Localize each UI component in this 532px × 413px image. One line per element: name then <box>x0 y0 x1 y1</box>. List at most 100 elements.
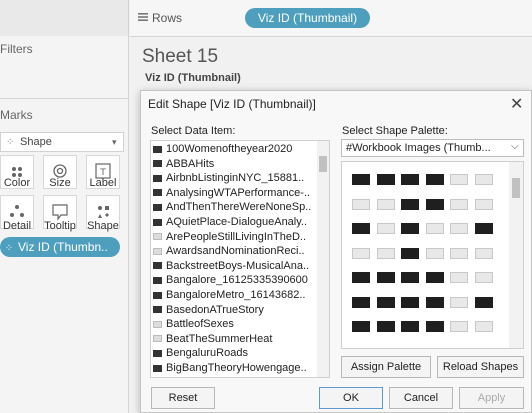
list-item-label: AnalysingWTAPerformance-.. <box>166 186 311 199</box>
data-item-list[interactable]: 100Womenoftheyear2020 ABBAHits AirbnbListi… <box>150 140 330 378</box>
shape-thumbnail[interactable] <box>425 174 444 185</box>
shape-thumbnail[interactable] <box>376 247 395 259</box>
shape-thumbnail[interactable] <box>425 223 444 234</box>
shape-thumbnail[interactable] <box>352 321 370 332</box>
list-item[interactable]: AndThenThereWereNoneSp.. <box>153 200 311 215</box>
list-item[interactable]: Bangalore_16125335390600 <box>153 273 308 288</box>
list-item-label: BengaluruRoads <box>166 347 248 360</box>
shape-thumbnail[interactable] <box>352 174 370 185</box>
list-item[interactable]: BengaluruRoads <box>153 346 248 361</box>
shape-thumbnail[interactable] <box>401 321 419 332</box>
sheet-subtitle: Viz ID (Thumbnail) <box>145 72 241 84</box>
list-item-label: BasedonATrueStory <box>166 303 264 316</box>
shape-thumbnail[interactable] <box>376 296 395 308</box>
viz-id-pill[interactable]: ⁘ Viz ID (Thumbn.. <box>0 237 120 257</box>
list-item[interactable]: ArePeopleStillLivingInTheD.. <box>153 230 306 245</box>
shape-thumbnail[interactable] <box>474 198 493 210</box>
detail-label: Detail <box>2 220 32 232</box>
list-item[interactable]: BattleofSexes <box>153 317 234 332</box>
shape-thumbnail[interactable] <box>376 198 395 210</box>
dialog-title: Edit Shape [Viz ID (Thumbnail)] <box>148 97 316 111</box>
shape-thumbnail[interactable] <box>401 296 419 308</box>
shape-thumbnail[interactable] <box>352 223 370 234</box>
shape-thumbnail[interactable] <box>450 272 468 283</box>
shape-label: Shape <box>87 220 119 232</box>
chevron-down-icon: ⌵ <box>511 141 519 152</box>
list-item[interactable]: 100Womenoftheyear2020 <box>153 142 292 157</box>
shape-thumbnail[interactable] <box>401 247 419 259</box>
shape-thumbnail[interactable] <box>474 247 493 259</box>
list-item[interactable]: BeatTheSummerHeat <box>153 332 272 347</box>
thumbnail-icon <box>153 203 162 211</box>
palette-scroll-thumb[interactable] <box>512 178 520 198</box>
list-scrollbar[interactable] <box>317 141 329 377</box>
shape-thumbnail[interactable] <box>450 247 468 259</box>
shape-thumbnail[interactable] <box>425 296 444 308</box>
shape-thumbnail[interactable] <box>401 198 419 210</box>
shape-thumbnail[interactable] <box>401 272 419 283</box>
thumbnail-icon <box>153 160 162 168</box>
tooltip-label: Tooltip <box>44 220 76 232</box>
cancel-button[interactable]: Cancel <box>389 387 453 409</box>
shape-thumbnail[interactable] <box>376 174 395 185</box>
shape-thumbnail[interactable] <box>376 321 395 332</box>
select-data-item-label: Select Data Item: <box>151 125 236 137</box>
shape-thumbnail[interactable] <box>376 223 395 234</box>
list-item-label: AwardsandNominationReci.. <box>166 245 305 258</box>
shape-thumbnail[interactable] <box>474 272 493 283</box>
shape-thumbnail[interactable] <box>376 272 395 283</box>
top-left-panel <box>0 0 129 37</box>
shape-thumbnail[interactable] <box>352 247 370 259</box>
shape-thumbnail[interactable] <box>425 198 444 210</box>
list-item[interactable]: ABBAHits <box>153 157 214 172</box>
shape-thumbnail[interactable] <box>401 174 419 185</box>
list-item-label: BattleofSexes <box>166 318 234 331</box>
shape-thumbnail[interactable] <box>450 321 468 332</box>
list-item[interactable]: BigBangTheoryHowengage.. <box>153 361 307 376</box>
shape-thumbnail[interactable] <box>425 247 444 259</box>
apply-button[interactable]: Apply <box>459 387 524 409</box>
shape-thumbnail[interactable] <box>352 272 370 283</box>
pane-divider <box>0 98 128 99</box>
list-item-label: ABBAHits <box>166 157 215 170</box>
shape-thumbnail[interactable] <box>401 223 419 234</box>
shape-thumbnail[interactable] <box>474 223 493 234</box>
reset-button[interactable]: Reset <box>151 387 215 409</box>
shape-thumbnail[interactable] <box>425 272 444 283</box>
shape-thumbnail[interactable] <box>425 321 444 332</box>
shape-thumbnail[interactable] <box>450 223 468 234</box>
list-item[interactable]: AirbnbListinginNYC_15881.. <box>153 171 304 186</box>
viz-id-pill-label: Viz ID (Thumbn.. <box>18 240 108 254</box>
shape-thumbnail[interactable] <box>352 198 370 210</box>
shape-thumbnail[interactable] <box>474 321 493 332</box>
list-item[interactable]: BasedonATrueStory <box>153 303 264 318</box>
ok-button[interactable]: OK <box>319 387 383 409</box>
shape-thumbnail[interactable] <box>450 198 468 210</box>
shape-thumbnail[interactable] <box>474 174 493 185</box>
shape-mark-icon: ⁘ <box>6 137 15 148</box>
list-item-label: Bangalore_16125335390600 <box>166 274 308 287</box>
reload-shapes-button[interactable]: Reload Shapes <box>437 356 524 378</box>
assign-palette-button[interactable]: Assign Palette <box>341 356 431 378</box>
marks-title: Marks <box>0 108 33 122</box>
list-item[interactable]: BackstreetBoys-MusicalAna.. <box>153 259 309 274</box>
list-item[interactable]: AnalysingWTAPerformance-.. <box>153 186 310 201</box>
rows-pill[interactable]: Viz ID (Thumbnail) <box>245 8 370 28</box>
shape-thumbnail[interactable] <box>450 296 468 308</box>
list-item-label: AndThenThereWereNoneSp.. <box>166 201 312 214</box>
list-item-label: 100Womenoftheyear2020 <box>166 143 293 155</box>
list-scroll-thumb[interactable] <box>319 156 327 172</box>
filters-title: Filters <box>0 42 33 56</box>
list-item[interactable]: AwardsandNominationReci.. <box>153 244 305 259</box>
shape-thumbnail[interactable] <box>352 296 370 308</box>
list-item[interactable]: BangaloreMetro_16143682.. <box>153 288 305 303</box>
shape-thumbnail[interactable] <box>450 174 468 185</box>
shape-thumbnail[interactable] <box>474 296 493 308</box>
thumbnail-icon <box>153 174 162 182</box>
mark-type-dropdown[interactable] <box>0 132 124 152</box>
list-item[interactable]: AQuietPlace-DialogueAnaly.. <box>153 215 307 230</box>
size-label: Size <box>49 177 71 189</box>
close-icon[interactable]: ✕ <box>510 94 523 114</box>
sheet-title: Sheet 15 <box>142 46 219 67</box>
shape-palette-grid[interactable] <box>341 161 524 349</box>
